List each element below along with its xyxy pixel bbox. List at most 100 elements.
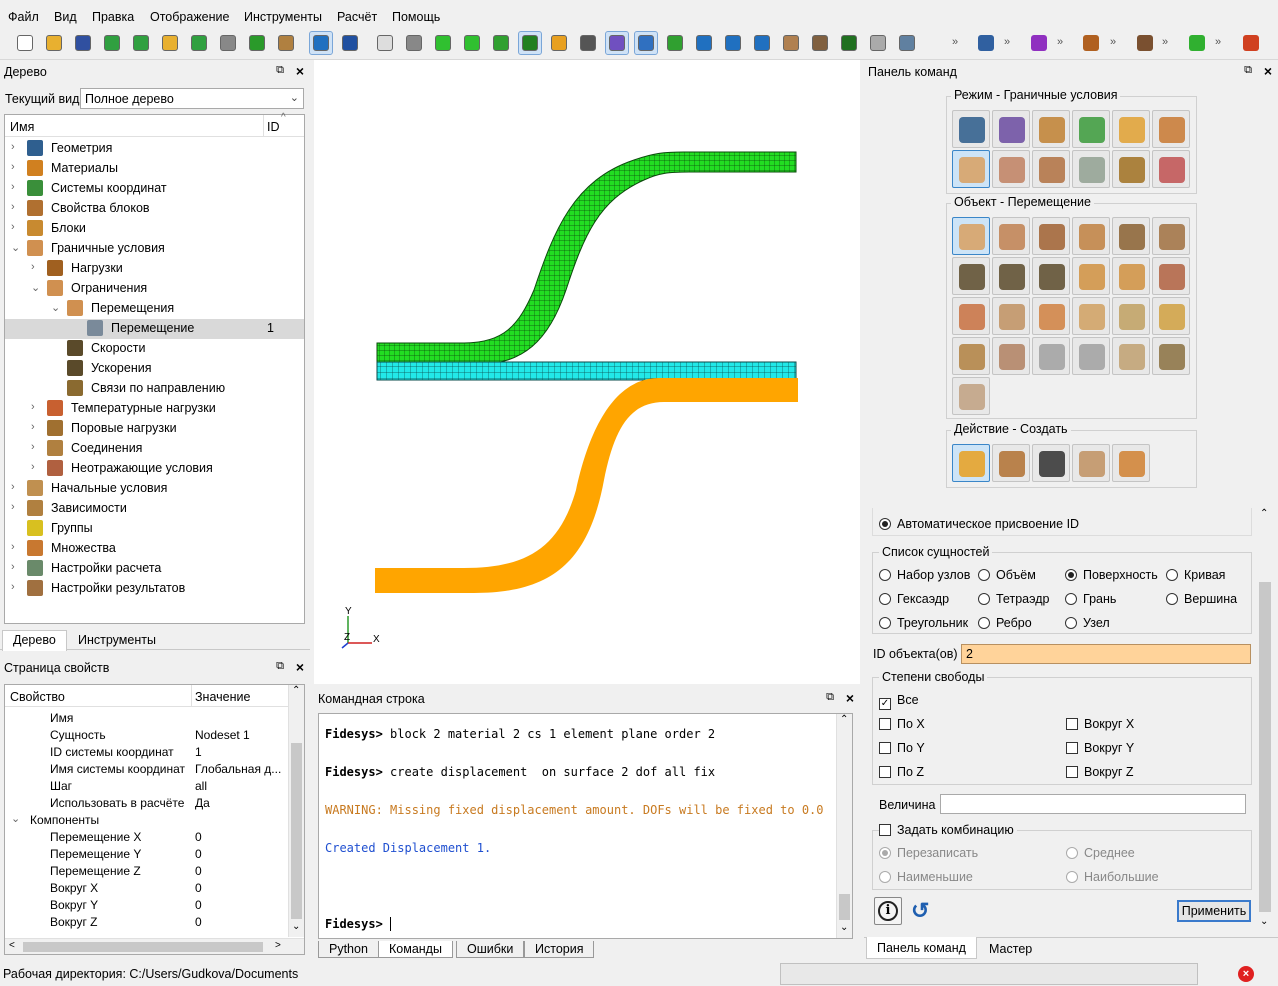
convection-button[interactable] — [1032, 297, 1070, 335]
coord-mode-button[interactable] — [1072, 110, 1110, 148]
settings-cog-icon[interactable] — [975, 32, 997, 54]
scroll-thumb[interactable] — [1259, 582, 1271, 912]
collapse-icon[interactable]: › — [11, 201, 21, 213]
dof-ry-checkbox[interactable]: Вокруг Y — [1066, 741, 1134, 755]
float-icon[interactable]: ⧉ — [1244, 64, 1252, 77]
tree-item[interactable]: Группы — [5, 519, 304, 539]
tree-item[interactable]: › Соединения — [5, 439, 304, 459]
tab-python[interactable]: Python — [318, 941, 379, 958]
point-sun-button[interactable] — [1072, 337, 1110, 375]
box-icon[interactable] — [605, 31, 629, 55]
entity-radio[interactable]: Кривая — [1166, 568, 1225, 582]
tree-item[interactable]: › Настройки результатов — [5, 579, 304, 599]
view-icon[interactable] — [809, 32, 831, 54]
heat-flux-button[interactable] — [992, 297, 1030, 335]
auto-id-radio[interactable]: Автоматическое присвоение ID — [879, 517, 1079, 531]
distributed-button[interactable] — [1072, 217, 1110, 255]
entity-radio[interactable]: Набор узлов — [879, 568, 970, 582]
window-icon[interactable] — [634, 31, 658, 55]
float-icon[interactable]: ⧉ — [826, 691, 834, 704]
tree-item[interactable]: › Материалы — [5, 159, 304, 179]
entity-radio[interactable]: Грань — [1065, 592, 1116, 606]
property-row[interactable]: Имя системы координат Глобальная д... — [5, 761, 305, 778]
expand-icon[interactable]: ⌄ — [11, 812, 20, 825]
graphics-viewport[interactable]: Y Z X — [314, 60, 860, 684]
open-folder-icon[interactable] — [43, 32, 65, 54]
collapse-icon[interactable]: › — [11, 501, 21, 513]
tree-item[interactable]: Ускорения — [5, 359, 304, 379]
link-button[interactable] — [1112, 257, 1150, 295]
calc-mode-button[interactable] — [1072, 150, 1110, 188]
initial-mode-button[interactable] — [992, 150, 1030, 188]
close-icon[interactable]: × — [846, 690, 854, 706]
more-icon[interactable]: » — [1215, 36, 1221, 48]
fluid-button[interactable] — [992, 337, 1030, 375]
entity-radio[interactable]: Узел — [1065, 616, 1110, 630]
entity-radio[interactable]: Поверхность — [1065, 568, 1158, 582]
play-icon[interactable] — [1186, 32, 1208, 54]
collapse-icon[interactable]: › — [11, 481, 21, 493]
scroll-down-icon[interactable]: ⌄ — [1260, 916, 1268, 927]
property-row[interactable]: Использовать в расчёте Да — [5, 795, 305, 812]
dof-y-checkbox[interactable]: По Y — [879, 741, 925, 755]
property-row[interactable]: ID системы координат 1 — [5, 744, 305, 761]
collapse-icon[interactable]: › — [11, 161, 21, 173]
combine-checkbox[interactable]: Задать комбинацию — [879, 823, 1017, 837]
tree-item[interactable]: ⌄ Граничные условия — [5, 239, 304, 259]
cmd-vscrollbar[interactable]: ⌃ ⌄ — [836, 714, 852, 938]
tab-wizard[interactable]: Мастер — [979, 940, 1042, 958]
property-row[interactable]: Перемещение Z 0 — [5, 863, 305, 880]
tree-item[interactable]: › Системы координат — [5, 179, 304, 199]
mesh-icon[interactable] — [518, 31, 542, 55]
tree-item[interactable]: › Блоки — [5, 219, 304, 239]
tree-item[interactable]: Перемещение 1 — [5, 319, 304, 339]
menu-display[interactable]: Отображение — [150, 10, 229, 24]
radiation-button[interactable] — [1072, 297, 1110, 335]
tab-errors[interactable]: Ошибки — [456, 941, 525, 958]
close-icon[interactable]: × — [1264, 63, 1272, 79]
scroll-thumb[interactable] — [839, 894, 850, 920]
collapse-icon[interactable]: › — [31, 461, 41, 473]
light-icon[interactable] — [548, 32, 570, 54]
scroll-thumb[interactable] — [291, 743, 302, 919]
tree-col-id[interactable]: ID — [267, 120, 280, 134]
tree-item[interactable]: › Нагрузки — [5, 259, 304, 279]
edit-tool-button[interactable] — [992, 444, 1030, 482]
pressure-button[interactable] — [1032, 217, 1070, 255]
sets-mode-button[interactable] — [1152, 110, 1190, 148]
save-icon[interactable] — [72, 32, 94, 54]
gravity-button[interactable] — [1112, 217, 1150, 255]
close-icon[interactable]: × — [296, 63, 304, 79]
tree-item[interactable]: › Температурные нагрузки — [5, 399, 304, 419]
entity-radio[interactable]: Ребро — [978, 616, 1032, 630]
tree-item[interactable]: › Начальные условия — [5, 479, 304, 499]
apply-button[interactable]: Применить — [1177, 900, 1251, 922]
property-row[interactable]: ⌄ Компоненты — [5, 812, 305, 829]
shaded-icon[interactable] — [432, 32, 454, 54]
assembly-button[interactable] — [952, 377, 990, 415]
refresh-icon[interactable] — [664, 32, 686, 54]
expand-icon[interactable]: ⌄ — [31, 281, 41, 294]
angular-velocity-button[interactable] — [992, 257, 1030, 295]
combine-min-radio[interactable]: Наименьшие — [879, 870, 973, 884]
combine-overwrite-radio[interactable]: Перезаписать — [879, 846, 978, 860]
scroll-thumb[interactable] — [23, 942, 263, 952]
results-mode-button[interactable] — [1112, 150, 1150, 188]
property-row[interactable]: Перемещение X 0 — [5, 829, 305, 846]
collapse-icon[interactable]: › — [11, 221, 21, 233]
analysis-mode-button[interactable] — [1152, 150, 1190, 188]
command-output[interactable]: Fidesys> block 2 material 2 cs 1 element… — [318, 713, 853, 939]
light-button[interactable] — [1112, 297, 1150, 335]
scroll-down-icon[interactable]: ⌄ — [840, 922, 848, 933]
displacement-obj-button[interactable] — [952, 217, 990, 255]
modify-button[interactable] — [1072, 444, 1110, 482]
select-icon[interactable] — [309, 31, 333, 55]
tab-command-panel[interactable]: Панель команд — [866, 937, 977, 959]
menu-calc[interactable]: Расчёт — [337, 10, 377, 24]
tab-commands[interactable]: Команды — [378, 941, 453, 958]
hidden-icon[interactable] — [403, 32, 425, 54]
solid-icon[interactable] — [461, 32, 483, 54]
property-row[interactable]: Вокруг Z 0 — [5, 914, 305, 931]
import-icon[interactable] — [130, 32, 152, 54]
entity-radio[interactable]: Объём — [978, 568, 1036, 582]
